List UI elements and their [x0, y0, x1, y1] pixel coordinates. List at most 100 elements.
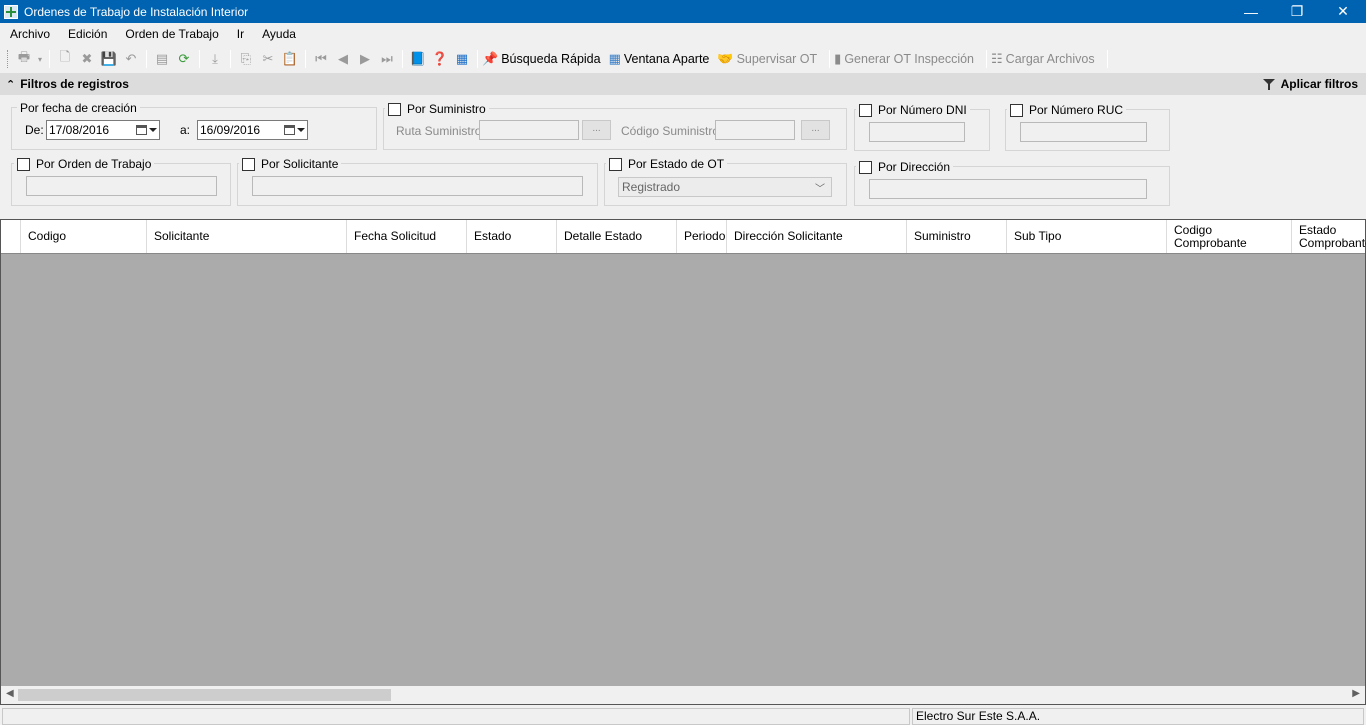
load-files-button[interactable]: ☷ Cargar Archivos — [991, 51, 1095, 67]
address-title-label: Por Dirección — [878, 160, 951, 174]
supply-checkbox[interactable] — [388, 102, 401, 116]
address-checkbox[interactable] — [859, 160, 872, 174]
ruc-input[interactable] — [1020, 122, 1147, 142]
files-icon: ☷ — [991, 51, 1003, 66]
date-from-value: 17/08/2016 — [49, 123, 110, 137]
toolbar-separator — [1106, 50, 1108, 68]
column-codigo[interactable]: Codigo — [21, 220, 147, 253]
dropdown-arrow-icon[interactable] — [297, 128, 305, 132]
requester-title-label: Por Solicitante — [261, 157, 339, 171]
date-to-picker[interactable]: 16/09/2016 — [197, 120, 308, 140]
column-fecha-solicitud[interactable]: Fecha Solicitud — [347, 220, 467, 253]
calendar-icon[interactable] — [136, 125, 147, 135]
undo-icon[interactable]: ↶ — [120, 48, 142, 70]
toolbar-separator — [49, 50, 50, 68]
calculator-icon[interactable]: ▦ — [451, 48, 473, 70]
column-codigo-comprobante[interactable]: Codigo Comprobante — [1167, 220, 1292, 253]
refresh-icon[interactable]: ⟳ — [173, 48, 195, 70]
row-selector-header[interactable] — [1, 220, 21, 253]
supply-route-input[interactable] — [479, 120, 579, 140]
help-icon[interactable]: ❓ — [429, 48, 451, 70]
menu-ir[interactable]: Ir — [229, 23, 252, 45]
chevron-down-icon: ﹀ — [815, 184, 825, 195]
date-from-picker[interactable]: 17/08/2016 — [46, 120, 160, 140]
menu-orden-de-trabajo[interactable]: Orden de Trabajo — [117, 23, 226, 45]
collapse-chevron-icon[interactable]: ⌃ — [6, 78, 15, 91]
copy-icon[interactable]: ⎘ — [235, 48, 257, 70]
dni-checkbox[interactable] — [859, 103, 872, 117]
toolbar-grip — [7, 50, 10, 68]
toolbar-separator — [829, 50, 831, 68]
filter-header-title: Filtros de registros — [20, 77, 129, 91]
cut-icon[interactable]: ✂ — [257, 48, 279, 70]
quick-search-button[interactable]: 📌 Búsqueda Rápida — [482, 51, 601, 67]
column-direccion-solicitante[interactable]: Dirección Solicitante — [727, 220, 907, 253]
column-periodo[interactable]: Periodo — [677, 220, 727, 253]
pin-icon: 📌 — [482, 51, 499, 66]
work-order-checkbox[interactable] — [17, 157, 30, 171]
column-estado[interactable]: Estado — [467, 220, 557, 253]
orders-grid[interactable]: Codigo Solicitante Fecha Solicitud Estad… — [0, 219, 1366, 705]
horizontal-scrollbar[interactable]: ◀ ▶ — [1, 686, 1365, 704]
ot-state-select[interactable]: Registrado ﹀ — [618, 177, 832, 197]
column-solicitante[interactable]: Solicitante — [147, 220, 347, 253]
last-record-icon[interactable]: ⏭ — [376, 48, 398, 70]
close-button[interactable]: ✕ — [1320, 0, 1366, 23]
toolbar-separator — [477, 50, 478, 68]
scrollbar-thumb[interactable] — [18, 689, 391, 701]
status-company: Electro Sur Este S.A.A. — [912, 708, 1364, 725]
dni-input[interactable] — [869, 122, 965, 142]
minimize-button[interactable]: — — [1228, 0, 1274, 23]
supply-code-browse-button[interactable]: ... — [801, 120, 830, 140]
toolbar-separator — [305, 50, 306, 68]
column-sub-tipo[interactable]: Sub Tipo — [1007, 220, 1167, 253]
restore-button[interactable]: ❐ — [1274, 0, 1320, 23]
requester-input[interactable] — [252, 176, 583, 196]
separate-window-button[interactable]: ▦ Ventana Aparte — [609, 51, 710, 67]
ot-state-checkbox[interactable] — [609, 157, 622, 171]
export-icon[interactable]: ⤓ — [204, 48, 226, 70]
supply-code-label: Código Suministro: — [621, 124, 723, 138]
address-input[interactable] — [869, 179, 1147, 199]
menu-edicion[interactable]: Edición — [60, 23, 115, 45]
supply-route-browse-button[interactable]: ... — [582, 120, 611, 140]
ruc-checkbox[interactable] — [1010, 103, 1023, 117]
work-order-input[interactable] — [26, 176, 217, 196]
menu-archivo[interactable]: Archivo — [2, 23, 58, 45]
toolbar-separator — [230, 50, 231, 68]
supply-code-input[interactable] — [715, 120, 795, 140]
book-icon[interactable]: 📘 — [407, 48, 429, 70]
menu-ayuda[interactable]: Ayuda — [254, 23, 304, 45]
save-icon[interactable]: 💾 — [98, 48, 120, 70]
supply-route-label: Ruta Suministro: — [396, 124, 485, 138]
generate-inspection-button[interactable]: ▮ Generar OT Inspección — [834, 51, 974, 67]
column-suministro[interactable]: Suministro — [907, 220, 1007, 253]
toolbar-separator — [986, 50, 988, 68]
dropdown-arrow-icon[interactable] — [149, 128, 157, 132]
ruc-title: Por Número RUC — [1007, 102, 1127, 118]
column-estado-comprobante[interactable]: Estado Comprobante — [1292, 220, 1366, 253]
calendar-icon[interactable] — [284, 125, 295, 135]
column-detalle-estado[interactable]: Detalle Estado — [557, 220, 677, 253]
supply-title: Por Suministro — [385, 101, 489, 117]
paste-icon[interactable]: 📋 — [279, 48, 301, 70]
filter-header[interactable]: ⌃ Filtros de registros Aplicar filtros — [0, 73, 1366, 95]
app-icon — [4, 4, 18, 19]
first-record-icon[interactable]: ⏮ — [310, 48, 332, 70]
work-order-title-label: Por Orden de Trabajo — [36, 157, 152, 171]
menu-bar: Archivo Edición Orden de Trabajo Ir Ayud… — [0, 23, 1366, 45]
new-document-icon[interactable]: 🗋 — [54, 48, 76, 70]
report-icon[interactable]: ▤ — [151, 48, 173, 70]
delete-icon[interactable]: ✖ — [76, 48, 98, 70]
scroll-left-icon[interactable]: ◀ — [6, 688, 14, 699]
print-icon[interactable]: 🖶 — [13, 48, 35, 70]
previous-record-icon[interactable]: ◀ — [332, 48, 354, 70]
apply-filters-button[interactable]: Aplicar filtros — [1262, 73, 1358, 95]
ot-state-selected: Registrado — [622, 180, 681, 194]
supervise-ot-button[interactable]: 🤝 Supervisar OT — [717, 51, 817, 67]
toolbar-separator — [199, 50, 200, 68]
print-dropdown-icon[interactable]: ▾ — [35, 48, 45, 70]
next-record-icon[interactable]: ▶ — [354, 48, 376, 70]
scroll-right-icon[interactable]: ▶ — [1352, 688, 1360, 699]
requester-checkbox[interactable] — [242, 157, 255, 171]
